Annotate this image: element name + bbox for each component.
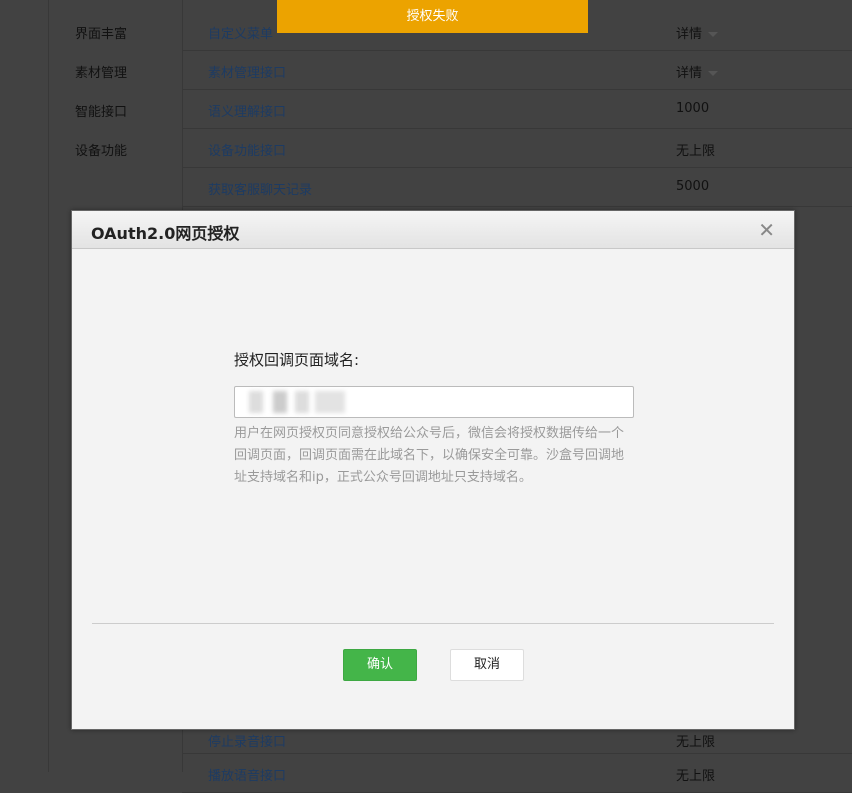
confirm-button[interactable]: 确认	[343, 649, 417, 681]
api-link[interactable]: 设备功能接口	[208, 140, 286, 159]
cancel-button[interactable]: 取消	[450, 649, 524, 681]
quota-value: 无上限	[676, 144, 716, 159]
redacted-text	[315, 391, 345, 413]
api-link[interactable]: 停止录音接口	[208, 731, 286, 750]
table-row: 素材管理 素材管理接口 详情	[75, 51, 852, 90]
api-link[interactable]: 自定义菜单	[208, 23, 273, 42]
redacted-text	[249, 391, 263, 413]
dialog-title: OAuth2.0网页授权	[91, 224, 240, 243]
category-label: 设备功能	[75, 144, 128, 159]
redacted-text	[273, 391, 287, 413]
category-label: 智能接口	[75, 105, 128, 120]
category-label: 界面丰富	[75, 27, 128, 42]
details-dropdown[interactable]: 详情	[676, 62, 719, 81]
details-label: 详情	[676, 27, 703, 42]
chevron-down-icon	[708, 71, 719, 76]
api-link[interactable]: 素材管理接口	[208, 62, 286, 81]
quota-value: 无上限	[676, 735, 716, 750]
table-row: 设备功能 设备功能接口 无上限	[75, 129, 852, 168]
api-link[interactable]: 语义理解接口	[208, 101, 286, 120]
details-label: 详情	[676, 66, 703, 81]
api-link[interactable]: 获取客服聊天记录	[208, 179, 312, 198]
help-text: 用户在网页授权页同意授权给公众号后，微信会将授权数据传给一个回调页面，回调页面需…	[234, 426, 625, 485]
chevron-down-icon	[708, 32, 719, 37]
field-label: 授权回调页面域名:	[234, 351, 360, 369]
quota-value: 无上限	[676, 769, 716, 784]
category-label: 素材管理	[75, 66, 128, 81]
error-toast: 授权失败	[277, 0, 588, 33]
quota-value: 5000	[676, 179, 710, 194]
dialog-header: OAuth2.0网页授权 ✕	[72, 211, 794, 249]
table-row: 智能接口 语义理解接口 1000	[75, 90, 852, 129]
footer-divider	[92, 623, 774, 624]
close-icon[interactable]: ✕	[758, 218, 775, 242]
quota-value: 1000	[676, 101, 710, 116]
column-divider	[48, 0, 49, 772]
callback-domain-input[interactable]	[234, 386, 634, 418]
oauth-dialog: OAuth2.0网页授权 ✕ 授权回调页面域名: 用户在网页授权页同意授权给公众…	[71, 210, 795, 730]
table-row: 播放语音接口 无上限	[182, 754, 852, 793]
redacted-text	[295, 391, 309, 413]
api-link[interactable]: 播放语音接口	[208, 765, 286, 784]
details-dropdown[interactable]: 详情	[676, 23, 719, 42]
table-row: 获取客服聊天记录 5000	[182, 168, 852, 207]
